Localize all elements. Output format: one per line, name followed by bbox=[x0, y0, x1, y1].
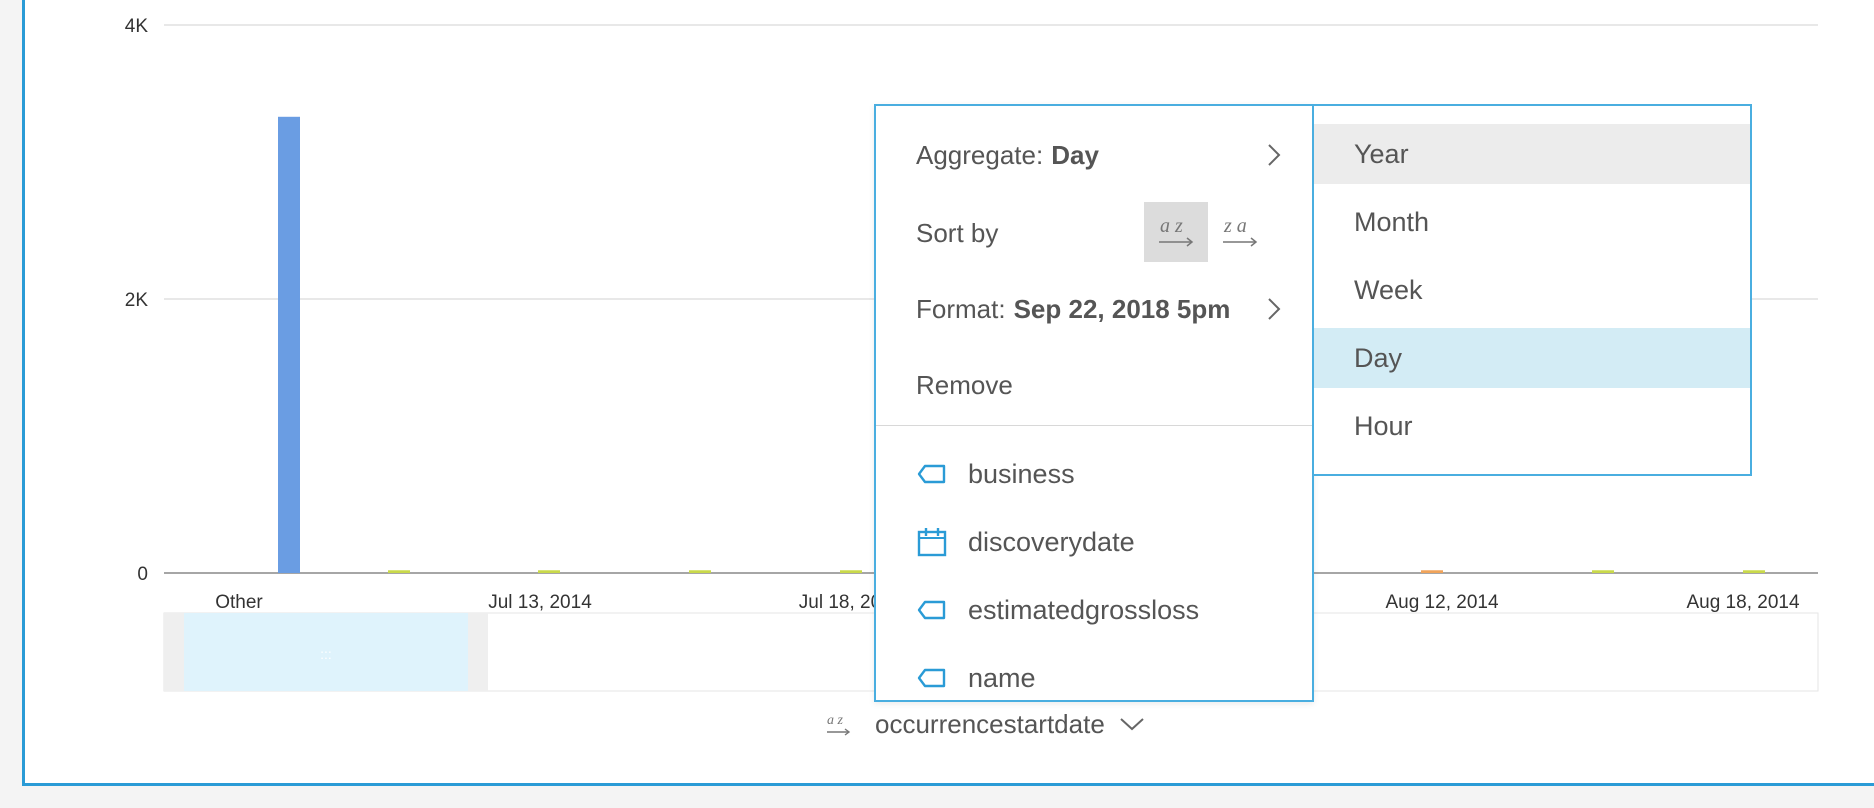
bar bbox=[538, 570, 560, 573]
tag-icon bbox=[917, 600, 946, 620]
aggregate-option-month[interactable]: Month bbox=[1314, 192, 1750, 252]
bar bbox=[840, 570, 862, 573]
y-tick-label: 0 bbox=[137, 564, 148, 585]
bar bbox=[388, 570, 410, 573]
field-item-estimatedgrossloss[interactable]: estimatedgrossloss bbox=[916, 585, 1199, 635]
aggregate-label: Aggregate: bbox=[916, 139, 1044, 170]
bar bbox=[1421, 570, 1443, 573]
sort-by-label: Sort by bbox=[916, 217, 999, 248]
x-axis-field-name: occurrencestartdate bbox=[875, 708, 1105, 739]
format-value: Sep 22, 2018 5pm bbox=[1013, 293, 1231, 324]
aggregate-option-day[interactable]: Day bbox=[1314, 328, 1750, 388]
aggregate-option-year[interactable]: Year bbox=[1314, 124, 1750, 184]
aggregate-menu-item[interactable]: Aggregate: Day bbox=[916, 130, 1292, 180]
x-tick-label: Aug 18, 2014 bbox=[1686, 592, 1799, 613]
x-tick-label: Aug 12, 2014 bbox=[1385, 592, 1498, 613]
format-menu-item[interactable]: Format: Sep 22, 2018 5pm bbox=[916, 284, 1292, 334]
bar bbox=[1743, 570, 1765, 573]
bar bbox=[1592, 570, 1614, 573]
svg-text:a z: a z bbox=[827, 713, 844, 728]
svg-text:a z: a z bbox=[1160, 215, 1183, 237]
chevron-right-icon bbox=[1268, 144, 1281, 166]
field-item-name[interactable]: name bbox=[916, 653, 1036, 703]
x-axis-field-button[interactable]: a z occurrencestartdate bbox=[825, 706, 1147, 742]
aggregate-submenu: Year Month Week Day Hour bbox=[1312, 104, 1752, 476]
tag-icon bbox=[917, 464, 946, 484]
chevron-right-icon bbox=[1268, 298, 1281, 320]
field-name: name bbox=[968, 662, 1036, 693]
calendar-icon bbox=[917, 528, 947, 557]
sort-descending-button[interactable]: z a bbox=[1208, 202, 1272, 262]
sort-az-icon: a z bbox=[1159, 215, 1194, 247]
bar bbox=[689, 570, 711, 573]
range-handle-right[interactable] bbox=[468, 613, 488, 691]
format-label: Format: bbox=[916, 293, 1006, 324]
x-tick-label: Jul 13, 2014 bbox=[488, 592, 592, 613]
sort-az-icon: a z bbox=[827, 713, 851, 736]
aggregate-option-week[interactable]: Week bbox=[1314, 260, 1750, 320]
chevron-down-icon bbox=[1120, 718, 1144, 731]
remove-label: Remove bbox=[916, 369, 1013, 400]
remove-menu-item[interactable]: Remove bbox=[916, 360, 1292, 410]
menu-divider bbox=[876, 425, 1312, 426]
aggregate-value: Day bbox=[1051, 139, 1099, 170]
field-name: business bbox=[968, 458, 1075, 489]
range-grip-icon: ::: bbox=[320, 646, 332, 662]
field-item-discoverydate[interactable]: discoverydate bbox=[916, 517, 1135, 567]
aggregate-option-hour[interactable]: Hour bbox=[1314, 396, 1750, 456]
y-tick-label: 4K bbox=[125, 16, 149, 37]
field-name: estimatedgrossloss bbox=[968, 594, 1200, 625]
svg-text:z a: z a bbox=[1223, 215, 1247, 237]
x-tick-label: Other bbox=[215, 592, 263, 613]
sort-za-icon: z a bbox=[1223, 215, 1258, 247]
y-tick-label: 2K bbox=[125, 290, 149, 311]
field-name: discoverydate bbox=[968, 526, 1135, 557]
bar bbox=[278, 116, 300, 573]
x-tick-label: Jul 18, 20 bbox=[799, 592, 881, 613]
sort-ascending-button[interactable]: a z bbox=[1144, 202, 1208, 262]
field-item-business[interactable]: business bbox=[916, 449, 1075, 499]
field-context-menu: Aggregate: Day Sort by a z z a Format: S… bbox=[874, 104, 1314, 702]
range-handle-left[interactable] bbox=[164, 613, 184, 691]
tag-icon bbox=[917, 668, 946, 688]
